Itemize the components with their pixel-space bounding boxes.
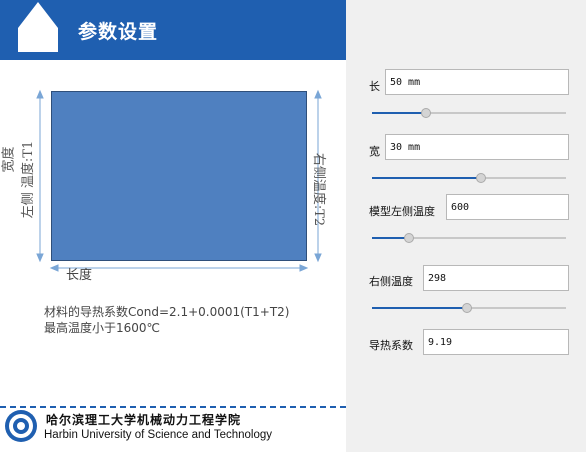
parameter-panel (346, 0, 586, 452)
length-param-label: 长 (369, 80, 380, 93)
length-slider-thumb[interactable] (421, 108, 432, 118)
length-slider-track (426, 112, 566, 114)
right-temp-slider-fill (372, 307, 468, 309)
right-temp-input[interactable] (423, 265, 569, 291)
width-input[interactable] (385, 134, 569, 160)
left-temp-input[interactable] (446, 194, 569, 220)
right-temp-slider-thumb[interactable] (462, 303, 473, 313)
length-slider[interactable] (372, 106, 566, 120)
left-temp-slider-thumb[interactable] (403, 233, 414, 243)
diagram-panel: 参数设置 宽度 左侧 温度:T1 右侧温度:T2 长度 材料的导热系数Cond=… (0, 0, 346, 452)
right-temp-param-label: 右侧温度 (369, 275, 413, 288)
width-label: 宽度 (1, 146, 17, 173)
length-slider-fill (372, 112, 427, 114)
length-label: 长度 (66, 268, 93, 283)
width-slider-track (480, 177, 566, 179)
formula-text: 材料的导热系数Cond=2.1+0.0001(T1+T2) 最高温度小于1600… (44, 304, 289, 336)
right-temp-slider[interactable] (372, 301, 566, 315)
length-input[interactable] (385, 69, 569, 95)
width-param-label: 宽 (369, 145, 380, 158)
width-slider-fill (372, 177, 481, 179)
university-name-en: Harbin University of Science and Technol… (44, 429, 272, 441)
model-rectangle (51, 91, 307, 261)
width-slider[interactable] (372, 171, 566, 185)
conductivity-formula: 材料的导热系数Cond=2.1+0.0001(T1+T2) (44, 305, 290, 319)
left-temp-param-label: 模型左侧温度 (369, 205, 435, 218)
left-temp-label: 左侧 温度:T1 (21, 140, 37, 219)
conductivity-input[interactable] (423, 329, 569, 355)
left-temp-slider[interactable] (372, 231, 566, 245)
university-logo-icon (5, 410, 37, 442)
conductivity-param-label: 导热系数 (369, 339, 413, 352)
left-temp-slider-track (408, 237, 566, 239)
right-temp-slider-track (467, 307, 566, 309)
max-temp-note: 最高温度小于1600℃ (44, 321, 161, 335)
university-name-cn: 哈尔滨理工大学机械动力工程学院 (46, 413, 242, 427)
right-temp-label: 右侧温度:T2 (311, 152, 327, 227)
width-slider-thumb[interactable] (475, 173, 486, 183)
footer-divider (0, 406, 346, 408)
